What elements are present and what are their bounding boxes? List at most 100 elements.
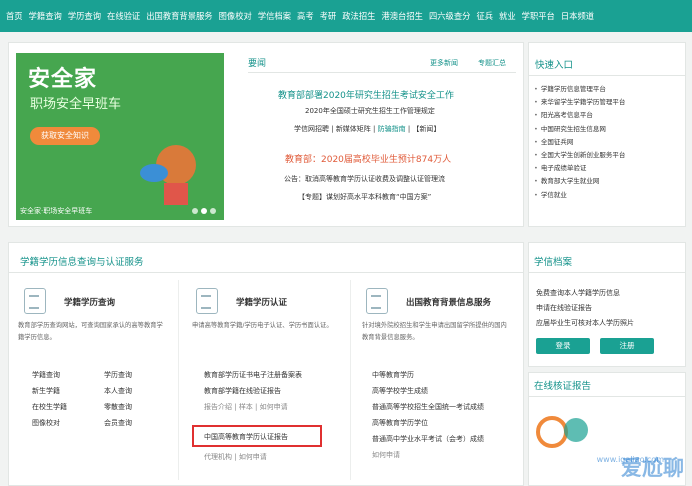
carousel-dot[interactable] — [192, 208, 198, 214]
archive-item[interactable]: 应届毕业生可核对本人学历照片 — [536, 318, 634, 328]
agency-link[interactable]: 代理机构 — [204, 453, 232, 461]
news-headline-1[interactable]: 教育部部署2020年研究生招生考试安全工作 — [278, 88, 454, 101]
nav-item[interactable]: 征兵 — [476, 10, 493, 22]
service-1-link[interactable]: 本人查询 — [104, 386, 132, 396]
overseas-service-icon — [366, 288, 388, 314]
quick-link[interactable]: 来华留学生学籍学历管理平台 — [534, 96, 626, 109]
news-line-3[interactable]: 公告：取消高等教育学历认证收费及调整认证管理流 — [284, 174, 445, 184]
how-to-apply-link[interactable]: 如何申请 — [260, 403, 288, 411]
news-title: 要闻 — [248, 59, 267, 69]
how-to-apply-link[interactable]: 如何申请 — [239, 453, 267, 461]
nav-item[interactable]: 学历查询 — [68, 10, 101, 22]
nav-item[interactable]: 图像校对 — [219, 10, 252, 22]
service-2-title[interactable]: 学籍学历认证 — [236, 296, 287, 308]
report-intro-link[interactable]: 报告介绍 — [204, 403, 232, 411]
column-divider-2 — [350, 280, 351, 480]
quick-title: 快速入口 — [535, 60, 574, 71]
archive-item[interactable]: 免费查询本人学籍学历信息 — [536, 288, 620, 298]
nav-item[interactable]: 就业 — [499, 10, 516, 22]
news-link-fraud[interactable]: 防骗指南 — [378, 125, 406, 133]
service-3-title[interactable]: 出国教育背景信息服务 — [406, 296, 491, 308]
quick-link[interactable]: 电子成绩单验证 — [534, 162, 625, 175]
service-2-meta: 报告介绍 | 样本 | 如何申请 — [204, 403, 288, 411]
nav-item[interactable]: 四六级查分 — [429, 10, 471, 22]
service-3-meta[interactable]: 如何申请 — [372, 450, 400, 460]
news-more-link[interactable]: 更多新闻 — [430, 58, 458, 68]
service-1-link[interactable]: 在校生学籍 — [32, 402, 67, 412]
nav-item[interactable]: 高考 — [297, 10, 314, 22]
login-button[interactable]: 登录 — [536, 338, 590, 354]
nav-item[interactable]: 考研 — [320, 10, 337, 22]
watermark-url: www.igaliao.com — [596, 455, 664, 464]
service-3-link[interactable]: 中等教育学历 — [372, 370, 414, 380]
news-link-news[interactable]: 新闻 — [419, 125, 433, 133]
service-1-link[interactable]: 学历查询 — [104, 370, 132, 380]
highlight-box — [192, 425, 322, 447]
nav-item[interactable]: 学信档案 — [258, 10, 291, 22]
nav-item[interactable]: 学籍查询 — [29, 10, 62, 22]
service-1-desc: 教育部学历查询网站，可查询国家承认的高等教育学籍学历信息。 — [18, 322, 163, 341]
services-panel — [8, 242, 524, 486]
service-3-link[interactable]: 高等教育学历学位 — [372, 418, 428, 428]
service-2-meta-2: 代理机构 | 如何申请 — [204, 453, 267, 461]
nav-item[interactable]: 日本频道 — [561, 10, 594, 22]
carousel-dot[interactable] — [210, 208, 216, 214]
quick-link[interactable]: 全国大学生创新创业服务平台 — [534, 149, 626, 162]
service-1-link[interactable]: 会员查询 — [104, 418, 132, 428]
carousel-dot-active[interactable] — [201, 208, 207, 214]
sample-link[interactable]: 样本 — [239, 403, 253, 411]
banner-carousel[interactable]: 安全家 职场安全早班车 获取安全知识 安全家·职场安全早班车 — [16, 53, 224, 220]
nav-item[interactable]: 学职平台 — [522, 10, 555, 22]
services-title: 学籍学历信息查询与认证服务 — [20, 257, 144, 268]
service-1-link[interactable]: 新生学籍 — [32, 386, 60, 396]
banner-subtitle: 职场安全早班车 — [30, 97, 122, 112]
service-3-desc: 针对境外院校招生和学生申请出国留学所提供的国内教育背景信息服务。 — [362, 322, 507, 341]
top-nav: 首页 学籍查询 学历查询 在线验证 出国教育背景服务 图像校对 学信档案 高考 考研 政法招生 港澳… — [0, 0, 692, 32]
nav-item[interactable]: 港澳台招生 — [381, 10, 423, 22]
nav-item[interactable]: 在线验证 — [107, 10, 140, 22]
quick-divider — [529, 75, 685, 76]
archive-divider — [528, 272, 686, 273]
verify-title: 在线核证报告 — [534, 381, 592, 392]
mascot-illustration — [140, 145, 196, 205]
verify-logo-icon — [536, 416, 588, 448]
service-1-link[interactable]: 学籍查询 — [32, 370, 60, 380]
quick-link[interactable]: 学信就业 — [534, 189, 625, 202]
service-1-link[interactable]: 零散查询 — [104, 402, 132, 412]
quick-link[interactable]: 学籍学历信息管理平台 — [534, 83, 625, 96]
nav-item[interactable]: 出国教育背景服务 — [146, 10, 212, 22]
news-line-2: 学信网招聘 | 新媒体矩阵 | 防骗指南 | 【新闻】 — [294, 125, 441, 133]
banner-title: 安全家 — [28, 67, 98, 92]
verify-divider — [528, 396, 686, 397]
news-link-media[interactable]: 新媒体矩阵 — [336, 125, 371, 133]
service-1-title[interactable]: 学籍学历查询 — [64, 296, 115, 308]
quick-link[interactable]: 教育部大学生就业网 — [534, 175, 625, 188]
certificate-icon — [196, 288, 218, 314]
carousel-dots — [192, 208, 216, 214]
archive-title: 学信档案 — [534, 257, 573, 268]
news-link-job[interactable]: 学信网招聘 — [294, 125, 329, 133]
column-divider-1 — [178, 280, 179, 480]
banner-caption: 安全家·职场安全早班车 — [20, 207, 93, 215]
banner-button[interactable]: 获取安全知识 — [30, 127, 100, 145]
news-divider — [248, 72, 516, 73]
register-button[interactable]: 注册 — [600, 338, 654, 354]
service-1-link[interactable]: 图像校对 — [32, 418, 60, 428]
nav-item[interactable]: 政法招生 — [342, 10, 375, 22]
service-2-link[interactable]: 教育部学历证书电子注册备案表 — [204, 370, 302, 380]
service-2-link[interactable]: 教育部学籍在线验证报告 — [204, 386, 281, 396]
quick-link[interactable]: 全国征兵网 — [534, 136, 625, 149]
news-line-4[interactable]: 【专题】谋划好高水平本科教育“中国方案” — [298, 192, 431, 202]
service-3-link[interactable]: 高等学校学生成绩 — [372, 386, 428, 396]
archive-item[interactable]: 申请在线验证报告 — [536, 303, 592, 313]
news-headline-2[interactable]: 教育部：2020届高校毕业生预计874万人 — [285, 152, 451, 165]
services-divider — [8, 272, 524, 273]
news-special-link[interactable]: 专题汇总 — [478, 58, 506, 68]
quick-link[interactable]: 阳光高考信息平台 — [534, 109, 625, 122]
service-3-link[interactable]: 普通高中学业水平考试（会考）成绩 — [372, 434, 484, 444]
nav-item[interactable]: 首页 — [6, 10, 23, 22]
quick-link[interactable]: 中国研究生招生信息网 — [534, 123, 625, 136]
service-3-link[interactable]: 普通高等学校招生全国统一考试成绩 — [372, 402, 484, 412]
news-line-1[interactable]: 2020年全国硕士研究生招生工作管理规定 — [305, 106, 435, 116]
service-2-desc: 申请高等教育学籍/学历电子认证、学历书面认证。 — [192, 322, 333, 329]
